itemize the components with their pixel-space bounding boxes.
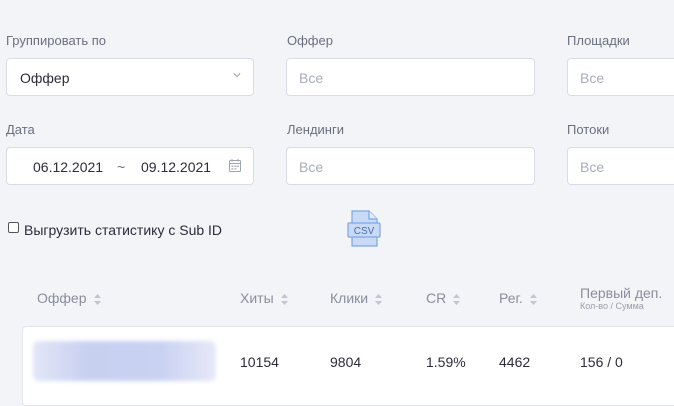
streams-filter-placeholder: Все xyxy=(580,159,605,175)
column-header-hits-label: Хиты xyxy=(240,290,274,306)
sort-icon xyxy=(375,293,383,305)
column-header-offer[interactable]: Оффер xyxy=(37,290,101,306)
cell-clicks: 9804 xyxy=(330,354,362,370)
offer-filter-input[interactable]: Все xyxy=(286,58,535,96)
streams-filter-label: Потоки xyxy=(567,122,610,137)
cell-hits: 10154 xyxy=(240,354,279,370)
column-header-clicks-label: Клики xyxy=(330,290,369,306)
landings-filter-label: Лендинги xyxy=(287,122,344,137)
column-header-offer-label: Оффер xyxy=(37,290,87,306)
sort-icon xyxy=(93,293,101,305)
date-from: 06.12.2021 xyxy=(33,159,104,175)
platforms-filter-label: Площадки xyxy=(567,33,630,48)
csv-download-icon[interactable]: CSV xyxy=(347,210,381,248)
date-label: Дата xyxy=(6,122,35,137)
date-separator: ~ xyxy=(117,159,126,175)
sort-icon xyxy=(280,293,288,305)
landings-filter-input[interactable]: Все xyxy=(286,147,535,185)
cell-cr: 1.59% xyxy=(426,354,466,370)
chevron-down-icon xyxy=(233,73,241,78)
streams-filter-input[interactable]: Все xyxy=(567,147,674,185)
group-by-select[interactable]: Оффер xyxy=(6,58,254,96)
column-header-reg-label: Рег. xyxy=(499,290,523,306)
column-header-clicks[interactable]: Клики xyxy=(330,290,383,306)
offer-name-blurred xyxy=(33,341,216,381)
column-header-reg[interactable]: Рег. xyxy=(499,290,537,306)
export-subid-label[interactable]: Выгрузить статистику с Sub ID xyxy=(24,222,222,238)
date-to: 09.12.2021 xyxy=(141,159,212,175)
calendar-icon xyxy=(229,159,241,172)
platforms-filter-input[interactable]: Все xyxy=(567,58,674,96)
csv-icon-text: CSV xyxy=(354,226,375,237)
platforms-filter-placeholder: Все xyxy=(580,70,605,86)
export-subid-checkbox[interactable] xyxy=(8,222,19,233)
group-by-label: Группировать по xyxy=(6,33,107,48)
landings-filter-placeholder: Все xyxy=(299,159,324,175)
cell-first-deposit: 156 / 0 xyxy=(580,354,623,370)
sort-icon xyxy=(453,293,461,305)
column-header-first-deposit[interactable]: Первый деп. xyxy=(580,285,662,301)
column-header-cr[interactable]: CR xyxy=(426,290,461,306)
column-header-first-deposit-sub: Кол-во / Сумма xyxy=(580,301,644,311)
sort-icon xyxy=(529,293,537,305)
group-by-value: Оффер xyxy=(20,70,70,86)
cell-reg: 4462 xyxy=(499,354,531,370)
column-header-hits[interactable]: Хиты xyxy=(240,290,288,306)
column-header-cr-label: CR xyxy=(426,290,447,306)
offer-filter-placeholder: Все xyxy=(299,70,324,86)
offer-filter-label: Оффер xyxy=(287,33,333,48)
date-range-picker[interactable]: 06.12.2021 ~ 09.12.2021 xyxy=(6,147,254,185)
